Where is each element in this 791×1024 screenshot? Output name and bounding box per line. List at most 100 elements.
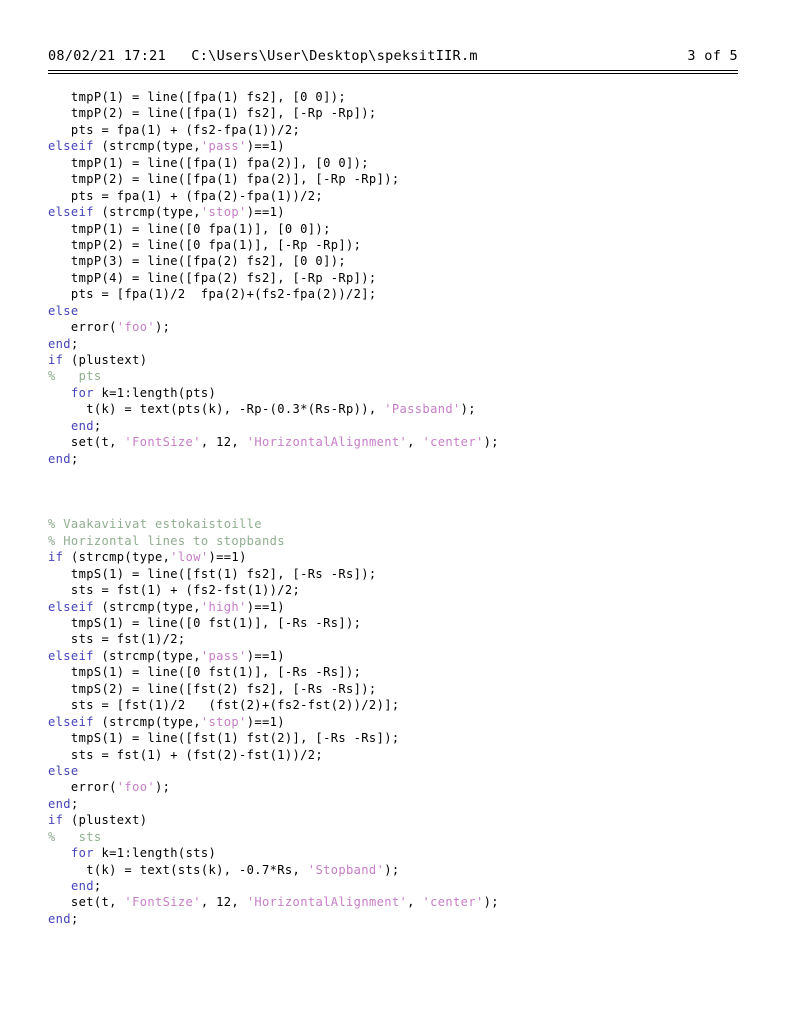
- code-token-cmt: % Horizontal lines to stopbands: [48, 533, 285, 548]
- code-token-pln: [48, 846, 71, 860]
- code-token-pln: tmpS(2) = line([fst(2) fs2], [-Rs -Rs]);: [48, 681, 377, 696]
- code-token-pln: );: [155, 780, 171, 795]
- code-token-kw: if: [48, 550, 64, 565]
- code-token-kw: for: [70, 385, 94, 400]
- code-line: end;: [48, 451, 748, 467]
- code-line: error('foo');: [48, 779, 748, 795]
- printed-code-page: 08/02/21 17:21 C:\Users\User\Desktop\spe…: [0, 0, 791, 1024]
- code-token-pln: ,: [407, 895, 423, 910]
- code-line: t(k) = text(sts(k), -0.7*Rs, 'Stopband')…: [48, 862, 748, 878]
- code-token-kw: elseif: [48, 599, 94, 614]
- code-token-kw: end: [70, 879, 94, 893]
- code-token-str: 'HorizontalAlignment': [246, 435, 408, 450]
- code-token-pln: (strcmp(type,: [93, 648, 201, 663]
- code-token-pln: [48, 386, 71, 400]
- code-line: elseif (strcmp(type,'pass')==1): [48, 648, 748, 664]
- code-token-pln: tmpP(4) = line([fpa(2) fs2], [-Rp -Rp]);: [48, 270, 377, 285]
- code-token-kw: end: [70, 418, 94, 433]
- code-token-pln: (strcmp(type,: [93, 139, 201, 154]
- code-line: elseif (strcmp(type,'stop')==1): [48, 204, 748, 220]
- code-line: pts = fpa(1) + (fs2-fpa(1))/2;: [48, 122, 748, 138]
- code-line: pts = fpa(1) + (fpa(2)-fpa(1))/2;: [48, 188, 748, 204]
- header-spacer-2: [166, 48, 191, 64]
- code-token-cmt: % sts: [48, 829, 102, 844]
- header-divider-line-bottom: [48, 73, 738, 74]
- code-token-pln: tmpP(2) = line([fpa(1) fpa(2)], [-Rp -Rp…: [48, 172, 400, 187]
- code-token-kw: elseif: [48, 648, 94, 663]
- code-line: t(k) = text(pts(k), -Rp-(0.3*(Rs-Rp)), '…: [48, 401, 748, 417]
- code-line: sts = fst(1) + (fs2-fst(1))/2;: [48, 582, 748, 598]
- code-line: end;: [48, 336, 748, 352]
- code-token-pln: sts = fst(1) + (fst(2)-fst(1))/2;: [48, 747, 324, 762]
- code-token-pln: ,: [407, 435, 423, 450]
- code-line: else: [48, 303, 748, 319]
- header-time: 17:21: [123, 48, 166, 64]
- code-line: end;: [48, 418, 748, 434]
- code-token-pln: tmpP(1) = line([0 fpa(1)], [0 0]);: [48, 221, 331, 236]
- header-page-indicator: 3 of 5: [687, 48, 738, 64]
- code-line: if (strcmp(type,'low')==1): [48, 549, 748, 565]
- code-token-pln: [48, 879, 71, 893]
- code-token-pln: ;: [70, 451, 79, 466]
- code-token-str: 'Passband': [384, 402, 461, 417]
- code-line: tmpP(1) = line([fpa(1) fpa(2)], [0 0]);: [48, 155, 748, 171]
- code-token-pln: tmpS(1) = line([0 fst(1)], [-Rs -Rs]);: [48, 665, 362, 680]
- code-line: set(t, 'FontSize', 12, 'HorizontalAlignm…: [48, 894, 748, 910]
- code-token-kw: end: [48, 796, 71, 811]
- code-token-pln: ;: [70, 336, 79, 351]
- code-token-str: 'HorizontalAlignment': [246, 895, 408, 910]
- code-line: error('foo');: [48, 319, 748, 335]
- code-token-kw: elseif: [48, 139, 94, 154]
- code-token-pln: ;: [70, 911, 79, 926]
- code-token-pln: k=1:length(pts): [93, 385, 217, 400]
- code-token-pln: tmpP(2) = line([0 fpa(1)], [-Rp -Rp]);: [48, 237, 362, 252]
- code-token-str: 'high': [200, 599, 247, 614]
- code-token-kw: elseif: [48, 714, 94, 729]
- code-token-pln: ;: [93, 879, 102, 893]
- code-token-str: 'pass': [200, 648, 247, 663]
- code-token-pln: t(k) = text(pts(k), -Rp-(0.3*(Rs-Rp)),: [48, 402, 385, 417]
- code-token-pln: tmpS(1) = line([fst(1) fs2], [-Rs -Rs]);: [48, 566, 377, 581]
- code-token-pln: pts = fpa(1) + (fs2-fpa(1))/2;: [48, 122, 301, 137]
- code-token-pln: k=1:length(sts): [93, 846, 217, 861]
- code-token-kw: for: [70, 846, 94, 861]
- code-token-kw: else: [48, 303, 79, 318]
- code-token-str: 'FontSize': [124, 435, 201, 450]
- code-token-pln: );: [460, 402, 476, 417]
- code-token-pln: t(k) = text(sts(k), -0.7*Rs,: [48, 862, 308, 877]
- header-file-path: C:\Users\User\Desktop\speksitIIR.m: [191, 48, 478, 64]
- code-line: for k=1:length(pts): [48, 385, 748, 401]
- code-line: end;: [48, 796, 748, 812]
- code-line: end;: [48, 878, 748, 894]
- header-spacer-1: [115, 48, 123, 64]
- code-token-pln: (strcmp(type,: [93, 714, 201, 729]
- code-token-pln: ;: [93, 418, 102, 433]
- code-token-pln: tmpP(3) = line([fpa(2) fs2], [0 0]);: [48, 254, 347, 269]
- code-token-pln: )==1): [246, 139, 285, 154]
- code-token-pln: pts = fpa(1) + (fpa(2)-fpa(1))/2;: [48, 188, 324, 203]
- code-token-pln: tmpP(1) = line([fpa(1) fpa(2)], [0 0]);: [48, 155, 369, 170]
- code-token-kw: if: [48, 353, 64, 367]
- code-line: tmpS(2) = line([fst(2) fs2], [-Rs -Rs]);: [48, 681, 748, 697]
- code-token-str: 'low': [170, 550, 209, 565]
- code-line: % sts: [48, 829, 748, 845]
- code-line: end;: [48, 911, 748, 927]
- code-token-pln: );: [483, 435, 499, 450]
- code-token-pln: [48, 419, 71, 433]
- code-token-pln: );: [483, 895, 499, 910]
- code-line: tmpP(4) = line([fpa(2) fs2], [-Rp -Rp]);: [48, 270, 748, 286]
- header-left-group: 08/02/21 17:21 C:\Users\User\Desktop\spe…: [48, 48, 478, 64]
- code-line: sts = [fst(1)/2 (fst(2)+(fs2-fst(2))/2)]…: [48, 697, 748, 713]
- code-token-pln: set(t,: [48, 895, 125, 910]
- code-token-str: 'stop': [200, 205, 247, 220]
- code-line: if (plustext): [48, 812, 748, 828]
- code-token-kw: else: [48, 763, 79, 778]
- code-token-kw: if: [48, 813, 64, 828]
- code-line: for k=1:length(sts): [48, 845, 748, 861]
- code-line: % pts: [48, 368, 748, 384]
- code-line: tmpS(1) = line([0 fst(1)], [-Rs -Rs]);: [48, 664, 748, 680]
- code-line: tmpP(3) = line([fpa(2) fs2], [0 0]);: [48, 253, 748, 269]
- code-token-pln: sts = [fst(1)/2 (fst(2)+(fs2-fst(2))/2)]…: [48, 698, 400, 713]
